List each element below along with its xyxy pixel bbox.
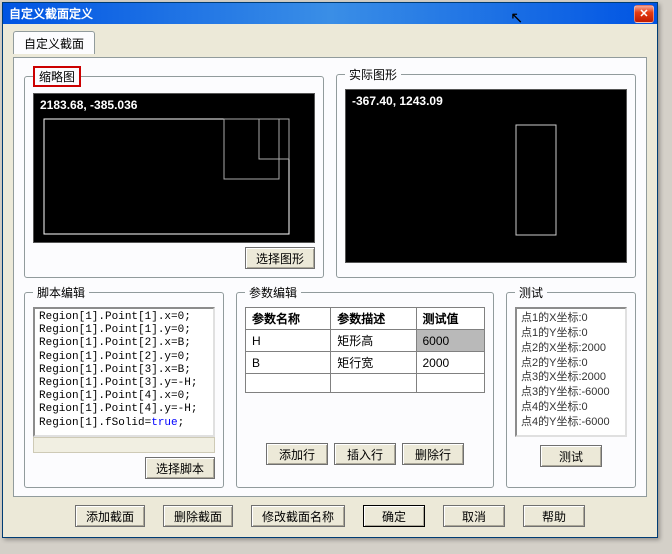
list-item[interactable]: 点2的Y坐标:0	[521, 356, 621, 371]
delete-section-button[interactable]: 删除截面	[163, 505, 233, 527]
delete-row-button[interactable]: 删除行	[402, 443, 464, 465]
script-group: 脚本编辑 Region[1].Point[1].x=0;Region[1].Po…	[24, 284, 224, 488]
window-title: 自定义截面定义	[9, 5, 634, 22]
thumbnail-legend: 缩略图	[33, 66, 81, 87]
real-shape-coord: -367.40, 1243.09	[352, 94, 443, 108]
cancel-button[interactable]: 取消	[443, 505, 505, 527]
param-group: 参数编辑 参数名称 参数描述 测试值 H 矩形高	[236, 284, 494, 488]
test-group: 测试 点1的X坐标:0点1的Y坐标:0点2的X坐标:2000点2的Y坐标:0点3…	[506, 284, 636, 488]
top-row: 缩略图 2183.68, -385.036 选择图形 实际图形	[24, 66, 636, 278]
list-item[interactable]: 点4的Y坐标:-6000	[521, 415, 621, 430]
test-listbox[interactable]: 点1的X坐标:0点1的Y坐标:0点2的X坐标:2000点2的Y坐标:0点3的X坐…	[515, 307, 627, 437]
table-header-row: 参数名称 参数描述 测试值	[246, 308, 485, 330]
real-shape-drawing	[346, 90, 626, 264]
test-legend: 测试	[515, 284, 547, 301]
thumbnail-viewer[interactable]: 2183.68, -385.036	[33, 93, 315, 243]
col-test: 测试值	[416, 308, 485, 330]
test-button[interactable]: 测试	[540, 445, 602, 467]
param-table: 参数名称 参数描述 测试值 H 矩形高 6000	[245, 307, 485, 393]
client-area: 自定义截面 缩略图 2183.68, -385.036	[3, 24, 657, 537]
list-item[interactable]: 点1的Y坐标:0	[521, 326, 621, 341]
close-icon[interactable]: ✕	[634, 5, 654, 23]
select-shape-button[interactable]: 选择图形	[245, 247, 315, 269]
dialog-window: ↖ 自定义截面定义 ✕ 自定义截面 缩略图 2183.68, -385.036	[2, 2, 658, 538]
real-shape-legend: 实际图形	[345, 66, 401, 83]
bottom-row: 脚本编辑 Region[1].Point[1].x=0;Region[1].Po…	[24, 284, 636, 488]
real-shape-group: 实际图形 -367.40, 1243.09	[336, 66, 636, 278]
tab-custom-section[interactable]: 自定义截面	[13, 31, 95, 54]
list-item[interactable]: 点1的X坐标:0	[521, 311, 621, 326]
list-item[interactable]: 点2的X坐标:2000	[521, 341, 621, 356]
table-row[interactable]: B 矩行宽 2000	[246, 352, 485, 374]
mouse-cursor: ↖	[510, 8, 523, 28]
script-textarea[interactable]: Region[1].Point[1].x=0;Region[1].Point[1…	[33, 307, 215, 437]
dialog-button-row: 添加截面 删除截面 修改截面名称 确定 取消 帮助	[13, 501, 647, 529]
tab-panel: 缩略图 2183.68, -385.036 选择图形 实际图形	[13, 57, 647, 497]
select-script-button[interactable]: 选择脚本	[145, 457, 215, 479]
thumbnail-coord: 2183.68, -385.036	[40, 98, 137, 112]
titlebar: 自定义截面定义 ✕	[3, 3, 657, 24]
help-button[interactable]: 帮助	[523, 505, 585, 527]
col-name: 参数名称	[246, 308, 331, 330]
list-item[interactable]: 点4的X坐标:0	[521, 400, 621, 415]
ok-button[interactable]: 确定	[363, 505, 425, 527]
script-hscrollbar[interactable]	[33, 437, 215, 453]
add-row-button[interactable]: 添加行	[266, 443, 328, 465]
list-item[interactable]: 点3的X坐标:2000	[521, 370, 621, 385]
script-legend: 脚本编辑	[33, 284, 89, 301]
table-row[interactable]	[246, 374, 485, 393]
param-legend: 参数编辑	[245, 284, 301, 301]
thumbnail-drawing	[34, 94, 314, 244]
insert-row-button[interactable]: 插入行	[334, 443, 396, 465]
table-row[interactable]: H 矩形高 6000	[246, 330, 485, 352]
list-item[interactable]: 点3的Y坐标:-6000	[521, 385, 621, 400]
rename-section-button[interactable]: 修改截面名称	[251, 505, 345, 527]
thumbnail-group: 缩略图 2183.68, -385.036 选择图形	[24, 66, 324, 278]
add-section-button[interactable]: 添加截面	[75, 505, 145, 527]
col-desc: 参数描述	[331, 308, 416, 330]
real-shape-viewer[interactable]: -367.40, 1243.09	[345, 89, 627, 263]
tab-row: 自定义截面	[13, 30, 647, 53]
